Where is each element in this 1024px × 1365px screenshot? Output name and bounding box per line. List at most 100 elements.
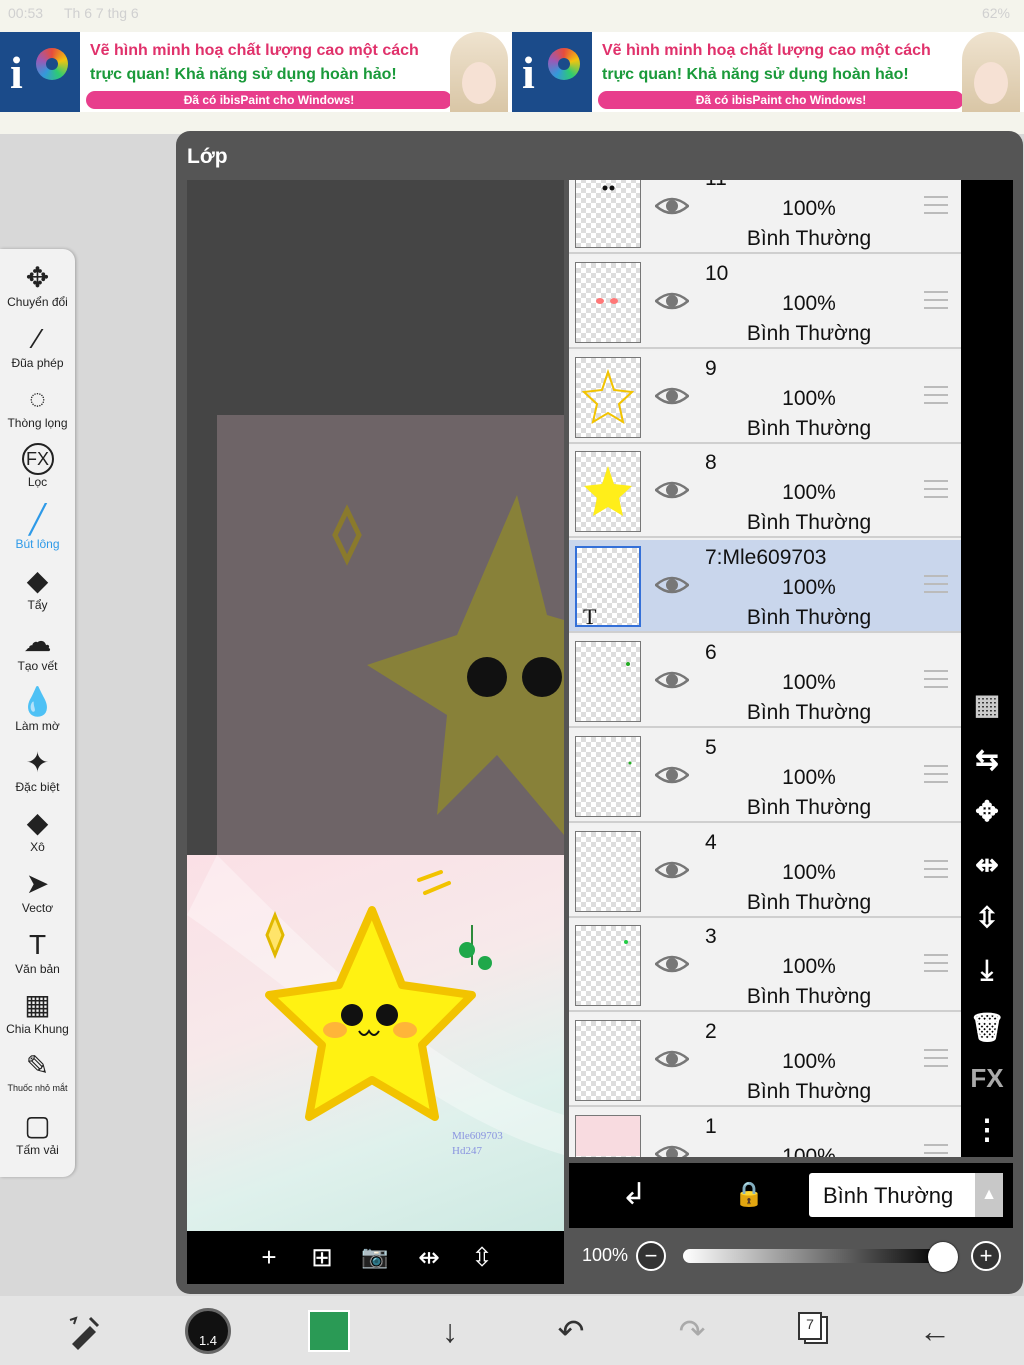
tool-6[interactable]: ☁ Tạo vết: [0, 625, 75, 673]
trash-icon[interactable]: 🗑: [965, 1008, 1009, 1048]
flip-icon[interactable]: ⇹: [411, 1239, 447, 1275]
layer-thumbnail[interactable]: [575, 830, 641, 912]
opacity-slider[interactable]: [683, 1249, 943, 1263]
layer-thumbnail[interactable]: [575, 356, 641, 438]
visibility-eye-icon[interactable]: [655, 954, 689, 974]
layer-thumbnail[interactable]: [575, 180, 641, 248]
layer-row[interactable]: 5 100% Bình Thường: [569, 729, 961, 823]
layer-thumbnail[interactable]: [575, 925, 641, 1007]
undo-icon[interactable]: ↶: [546, 1306, 596, 1356]
drag-handle-icon[interactable]: [924, 385, 948, 404]
layer-row[interactable]: 9 100% Bình Thường: [569, 350, 961, 444]
visibility-eye-icon[interactable]: [655, 575, 689, 595]
layer-name: 8: [705, 451, 717, 475]
visibility-eye-icon[interactable]: [655, 670, 689, 690]
ad-banner[interactable]: i Vẽ hình minh hoạ chất lượng cao một cá…: [0, 28, 1024, 134]
tool-12[interactable]: ▦ Chia Khung: [0, 988, 75, 1036]
layer-name: 9: [705, 356, 717, 380]
down-arrow-icon[interactable]: ↓: [425, 1306, 475, 1356]
fx-icon[interactable]: FX: [965, 1058, 1009, 1098]
tool-11[interactable]: T Văn bản: [0, 928, 75, 976]
flip-horizontal-icon[interactable]: ⇹: [965, 845, 1009, 885]
tool-9[interactable]: ◆ Xô: [0, 806, 75, 854]
add-layer-box-icon[interactable]: ⊞: [304, 1239, 340, 1275]
color-swatch-button[interactable]: [306, 1306, 356, 1356]
layer-row[interactable]: 2 100% Bình Thường: [569, 1014, 961, 1108]
tool-4[interactable]: ╱ Bút lông: [0, 503, 75, 551]
ad-item[interactable]: i Vẽ hình minh hoạ chất lượng cao một cá…: [0, 32, 512, 112]
visibility-eye-icon[interactable]: [655, 860, 689, 880]
layer-row[interactable]: 6 100% Bình Thường: [569, 635, 961, 728]
tool-7[interactable]: 💧 Làm mờ: [0, 685, 75, 733]
layer-row[interactable]: 3 100% Bình Thường: [569, 919, 961, 1013]
layers-count-button[interactable]: 7: [790, 1306, 840, 1356]
layer-thumbnail[interactable]: [575, 1020, 641, 1102]
drag-handle-icon[interactable]: [924, 1049, 948, 1068]
drag-handle-icon[interactable]: [924, 575, 948, 594]
flip-vertical-icon[interactable]: ⇳: [965, 898, 1009, 938]
tool-14[interactable]: ▢ Tấm vải: [0, 1109, 75, 1157]
layer-thumbnail[interactable]: [575, 641, 641, 722]
layer-row[interactable]: 1100%Bình Thường: [569, 1109, 961, 1157]
layer-list[interactable]: 11 100% Bình Thường 10 100% Bình Thường 9 100% B…: [569, 180, 961, 1157]
drag-handle-icon[interactable]: [924, 1144, 948, 1157]
layer-thumbnail[interactable]: [575, 451, 641, 533]
redo-icon[interactable]: ↷: [667, 1306, 717, 1356]
tool-10[interactable]: ➤ Vectơ: [0, 867, 75, 915]
layer-row[interactable]: T 7:Mle609703 100% Bình Thường: [569, 540, 961, 634]
rotate-icon[interactable]: ⇳: [464, 1239, 500, 1275]
ad-cta[interactable]: Đã có ibisPaint cho Windows!: [86, 91, 452, 109]
layer-thumbnail[interactable]: T: [575, 546, 641, 629]
merge-down-icon[interactable]: ⤓: [965, 950, 1009, 990]
visibility-eye-icon[interactable]: [655, 765, 689, 785]
drag-handle-icon[interactable]: [924, 196, 948, 214]
drag-handle-icon[interactable]: [924, 290, 948, 309]
copy-swap-icon[interactable]: ⇆: [965, 740, 1009, 780]
layer-row[interactable]: 10 100% Bình Thường: [569, 255, 961, 349]
blend-mode-select[interactable]: Bình Thường ▲: [809, 1173, 1003, 1217]
transparency-checker-icon[interactable]: ▦: [965, 685, 1009, 725]
drag-handle-icon[interactable]: [924, 670, 948, 688]
special-pen-icon: ✦: [25, 746, 50, 778]
opacity-plus-button[interactable]: +: [971, 1241, 1001, 1271]
ad-cta[interactable]: Đã có ibisPaint cho Windows!: [598, 91, 964, 109]
brush-size-button[interactable]: 1.4: [183, 1306, 233, 1356]
preview-dimmed-canvas: [217, 415, 564, 855]
visibility-eye-icon[interactable]: [655, 1144, 689, 1157]
ad-item[interactable]: i Vẽ hình minh hoạ chất lượng cao một cá…: [512, 32, 1024, 112]
tool-switch-icon[interactable]: [60, 1306, 110, 1356]
drag-handle-icon[interactable]: [924, 480, 948, 499]
tool-3[interactable]: FX Lọc: [0, 442, 75, 489]
drag-handle-icon[interactable]: [924, 764, 948, 783]
tool-2[interactable]: ◌ Thòng lọng: [0, 382, 75, 430]
layer-row[interactable]: 8 100% Bình Thường: [569, 445, 961, 539]
alpha-lock-icon[interactable]: 🔒: [729, 1175, 769, 1215]
tool-8[interactable]: ✦ Đặc biệt: [0, 746, 75, 794]
tool-1[interactable]: ⁄ Đũa phép: [0, 322, 75, 370]
camera-icon[interactable]: 📷: [357, 1239, 393, 1275]
layer-thumbnail[interactable]: [575, 261, 641, 343]
drag-handle-icon[interactable]: [924, 859, 948, 878]
opacity-minus-button[interactable]: −: [636, 1241, 666, 1271]
layer-thumbnail[interactable]: [575, 1115, 641, 1157]
move-layer-icon[interactable]: ✥: [965, 792, 1009, 832]
opacity-slider-knob[interactable]: [928, 1242, 958, 1272]
tool-0[interactable]: ✥ Chuyển đổi: [0, 261, 75, 309]
layer-row[interactable]: 11 100% Bình Thường: [569, 180, 961, 254]
visibility-eye-icon[interactable]: [655, 1049, 689, 1069]
more-icon[interactable]: ⋮: [965, 1110, 1009, 1150]
layer-name: 7:Mle609703: [705, 546, 827, 570]
visibility-eye-icon[interactable]: [655, 196, 689, 216]
add-layer-icon[interactable]: +: [251, 1239, 287, 1275]
drag-handle-icon[interactable]: [924, 954, 948, 973]
layer-thumbnail[interactable]: [575, 735, 641, 817]
tool-5[interactable]: ◆ Tẩy: [0, 564, 75, 612]
signature-line1: Mle609703: [452, 1130, 503, 1142]
clipping-icon[interactable]: ↲: [614, 1175, 654, 1215]
visibility-eye-icon[interactable]: [655, 480, 689, 500]
visibility-eye-icon[interactable]: [655, 386, 689, 406]
layer-row[interactable]: 4 100% Bình Thường: [569, 824, 961, 918]
back-arrow-icon[interactable]: ←: [910, 1306, 960, 1356]
visibility-eye-icon[interactable]: [655, 291, 689, 311]
tool-13[interactable]: ✎ Thuốc nhỏ mắt: [0, 1049, 75, 1093]
